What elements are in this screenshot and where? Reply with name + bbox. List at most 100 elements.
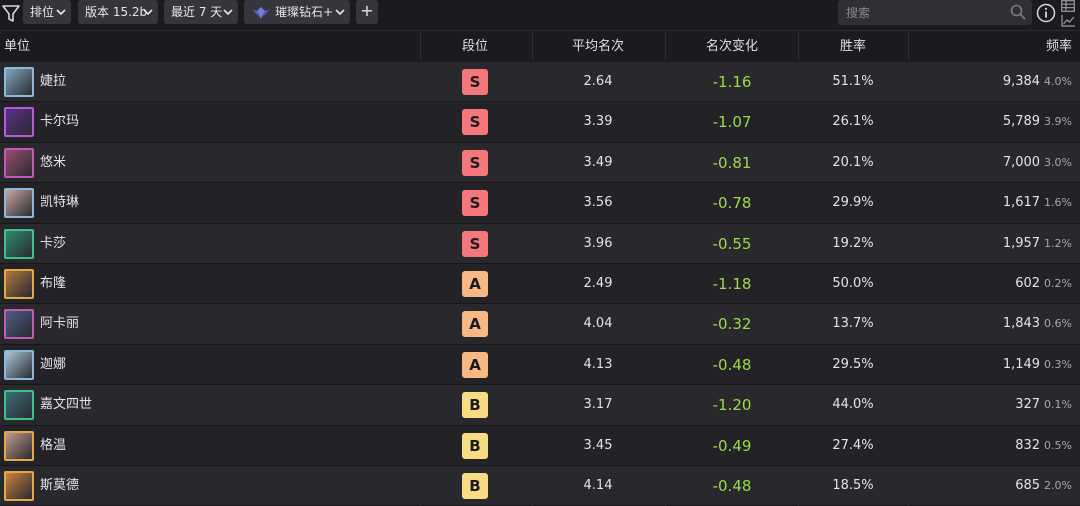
unit-name[interactable]: 悠米 (40, 143, 66, 183)
frequency-percent: 0.3% (1044, 357, 1072, 371)
unit-avatar (4, 470, 34, 501)
unit-name[interactable]: 布隆 (40, 264, 66, 304)
win-rate: 51.1% (832, 74, 874, 89)
tier-badge: A (462, 351, 488, 378)
grid-view-icon[interactable] (1061, 0, 1075, 12)
unit-avatar (4, 228, 34, 259)
date-range-filter-dropdown[interactable]: 最近 7 天 (164, 0, 238, 24)
queue-filter-dropdown[interactable]: 排位 (23, 0, 71, 24)
header-win-rate[interactable]: 胜率 (806, 32, 900, 61)
avg-place: 4.04 (583, 316, 613, 332)
table-row[interactable]: 斯莫德 B 4.14 -0.48 18.5% 685 2.0% (0, 464, 1080, 506)
avg-place: 4.13 (583, 356, 613, 372)
frequency: 9,384 4.0% (910, 62, 1072, 102)
table-row[interactable]: 卡莎 S 3.96 -0.55 19.2% 1,957 1.2% (0, 222, 1080, 264)
place-change: -0.81 (712, 153, 752, 172)
frequency-percent: 0.5% (1044, 438, 1072, 452)
frequency-percent: 4.0% (1044, 75, 1072, 88)
table-row[interactable]: 凯特琳 S 3.56 -0.78 29.9% 1,617 1.6% (0, 182, 1080, 223)
frequency-count: 5,789 (1002, 114, 1041, 130)
place-change: -0.78 (712, 194, 752, 213)
frequency: 5,789 3.9% (910, 102, 1072, 142)
unit-avatar (4, 147, 34, 178)
search-input[interactable] (844, 4, 1008, 22)
tier-badge: B (462, 472, 488, 499)
unit-name[interactable]: 阿卡丽 (40, 304, 79, 344)
header-place-change[interactable]: 名次变化 (690, 32, 774, 61)
unit-name[interactable]: 卡莎 (40, 224, 66, 264)
place-change: -1.16 (712, 73, 752, 91)
unit-avatar (4, 67, 34, 97)
patch-filter-label: 版本 15.2b (85, 5, 148, 19)
table-row[interactable]: 迦娜 A 4.13 -0.48 29.5% 1,149 0.3% (0, 343, 1080, 385)
table-row[interactable]: 布隆 A 2.49 -1.18 50.0% 602 0.2% (0, 262, 1080, 304)
win-rate: 13.7% (832, 316, 874, 332)
frequency-count: 1,843 (1002, 316, 1041, 332)
frequency: 685 2.0% (910, 466, 1072, 506)
search-box (838, 0, 1032, 25)
unit-name[interactable]: 迦娜 (40, 345, 66, 385)
frequency-count: 7,000 (1002, 154, 1041, 170)
frequency-count: 1,149 (1002, 356, 1041, 372)
frequency: 327 0.1% (910, 385, 1072, 425)
frequency-percent: 3.0% (1044, 155, 1072, 169)
unit-name[interactable]: 嘉文四世 (40, 385, 92, 425)
table-row[interactable]: 悠米 S 3.49 -0.81 20.1% 7,000 3.0% (0, 141, 1080, 183)
win-rate: 19.2% (832, 235, 874, 251)
avg-place: 4.14 (583, 477, 613, 493)
frequency-count: 9,384 (1002, 74, 1041, 89)
unit-avatar (4, 268, 34, 299)
line-chart-icon[interactable] (1061, 15, 1075, 27)
table-row[interactable]: 格温 B 3.45 -0.49 27.4% 832 0.5% (0, 424, 1080, 466)
unit-name[interactable]: 凯特琳 (40, 183, 79, 223)
frequency: 1,957 1.2% (910, 224, 1072, 264)
table-row[interactable]: 阿卡丽 A 4.04 -0.32 13.7% 1,843 0.6% (0, 303, 1080, 344)
unit-name[interactable]: 斯莫德 (40, 466, 79, 506)
tier-badge: S (462, 149, 488, 176)
frequency-percent: 0.6% (1044, 317, 1072, 331)
table-row[interactable]: 嘉文四世 B 3.17 -1.20 44.0% 327 0.1% (0, 384, 1080, 425)
win-rate: 29.9% (832, 195, 874, 211)
frequency-count: 602 (1015, 275, 1041, 291)
place-change: -1.20 (712, 396, 752, 415)
header-frequency[interactable]: 频率 (1000, 32, 1072, 61)
frequency: 1,149 0.3% (910, 345, 1072, 385)
tier-badge: S (462, 69, 488, 95)
unit-avatar (4, 107, 34, 138)
avg-place: 3.39 (583, 114, 613, 130)
add-filter-button[interactable]: + (356, 0, 378, 24)
place-change: -0.32 (712, 315, 752, 334)
diamond-rank-emblem-icon (252, 6, 270, 19)
place-change: -0.48 (712, 355, 752, 374)
win-rate: 44.0% (832, 397, 874, 413)
avg-place: 3.49 (583, 154, 613, 170)
table-row[interactable]: 婕拉 S 2.64 -1.16 51.1% 9,384 4.0% (0, 61, 1080, 102)
table-body: 婕拉 S 2.64 -1.16 51.1% 9,384 4.0% 卡尔玛 S 3.… (0, 61, 1080, 506)
chevron-down-icon (143, 9, 153, 16)
win-rate: 27.4% (832, 437, 874, 453)
filter-funnel-icon[interactable] (2, 4, 20, 24)
patch-filter-dropdown[interactable]: 版本 15.2b (78, 0, 158, 24)
header-tier[interactable]: 段位 (448, 32, 502, 61)
frequency-count: 1,957 (1002, 235, 1041, 251)
tier-badge: A (462, 311, 488, 338)
info-icon[interactable] (1036, 3, 1056, 23)
frequency: 832 0.5% (910, 426, 1072, 466)
table-row[interactable]: 卡尔玛 S 3.39 -1.07 26.1% 5,789 3.9% (0, 101, 1080, 142)
unit-name[interactable]: 格温 (40, 426, 66, 466)
unit-avatar (4, 430, 34, 461)
search-icon[interactable] (1010, 4, 1026, 20)
frequency-percent: 0.1% (1044, 398, 1072, 412)
chevron-down-icon (223, 9, 233, 16)
frequency-count: 327 (1015, 397, 1041, 413)
tier-badge: B (462, 392, 488, 419)
place-change: -1.07 (712, 113, 752, 132)
unit-name[interactable]: 卡尔玛 (40, 102, 79, 142)
frequency-count: 685 (1015, 477, 1041, 493)
header-unit[interactable]: 单位 (4, 32, 30, 61)
tier-badge: S (462, 230, 488, 257)
rank-filter-dropdown[interactable]: 璀璨钻石+ (244, 0, 350, 24)
unit-name[interactable]: 婕拉 (40, 62, 66, 102)
header-avg-place[interactable]: 平均名次 (560, 32, 636, 61)
unit-avatar (4, 309, 34, 340)
